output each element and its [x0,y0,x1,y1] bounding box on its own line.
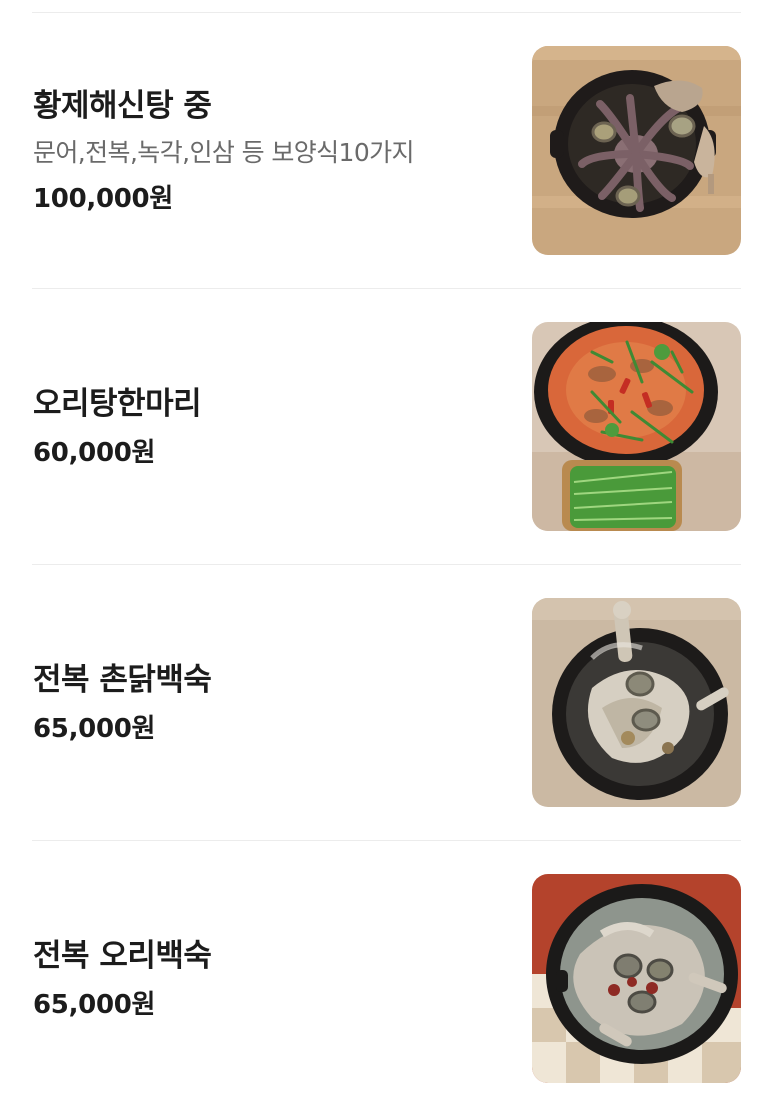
menu-item-name: 전복 오리백숙 [33,938,212,974]
menu-item-abalone-chicken-baeksuk[interactable]: 전복 촌닭백숙 65,000원 [0,565,773,841]
menu-item-hwangje-haesintang[interactable]: 황제해신탕 중 문어,전복,녹각,인삼 등 보양식10가지 100,000원 [0,13,773,289]
abalone-chicken-baeksuk-photo[interactable] [532,598,741,807]
menu-item-name: 전복 촌닭백숙 [33,662,212,698]
menu-item-price: 65,000원 [33,714,156,744]
seafood-stew-photo[interactable] [532,46,741,255]
duck-stew-photo[interactable] [532,322,741,531]
menu-item-description: 문어,전복,녹각,인삼 등 보양식10가지 [33,138,415,167]
menu-item-price: 100,000원 [33,184,173,214]
menu-item-text: 황제해신탕 중 문어,전복,녹각,인삼 등 보양식10가지 100,000원 [33,13,513,289]
menu-item-text: 오리탕한마리 60,000원 [33,289,513,565]
menu-item-text: 전복 촌닭백숙 65,000원 [33,565,513,841]
menu-item-duck-stew[interactable]: 오리탕한마리 60,000원 [0,289,773,565]
menu-item-name: 오리탕한마리 [33,386,202,422]
menu-item-name: 황제해신탕 중 [33,88,212,124]
menu-item-text: 전복 오리백숙 65,000원 [33,841,513,1117]
menu-item-price: 65,000원 [33,990,156,1020]
menu-item-abalone-duck-baeksuk[interactable]: 전복 오리백숙 65,000원 [0,841,773,1117]
abalone-duck-baeksuk-photo[interactable] [532,874,741,1083]
menu-item-price: 60,000원 [33,438,156,468]
